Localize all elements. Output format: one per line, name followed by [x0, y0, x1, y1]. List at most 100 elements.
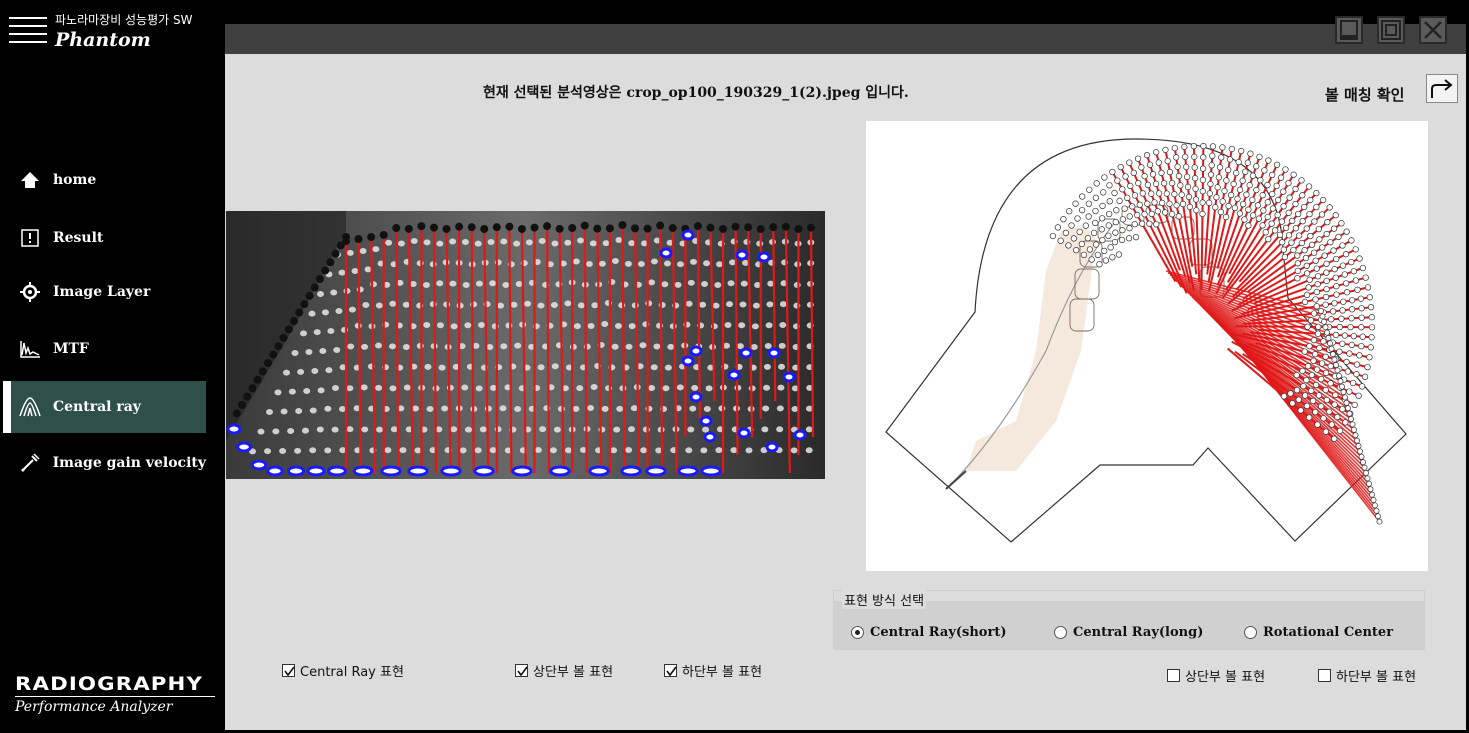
phantom-dot: [489, 280, 497, 287]
arch-ball: [1257, 177, 1264, 184]
phantom-dot: [557, 405, 565, 412]
phantom-dot: [765, 322, 773, 329]
arch-ball: [1330, 247, 1337, 254]
arch-ball: [1314, 273, 1322, 280]
phantom-dot: [416, 342, 424, 349]
arch-ball: [1228, 145, 1236, 153]
phantom-dot: [449, 238, 457, 245]
arch-ball: [1162, 146, 1169, 154]
radio-rotational-center[interactable]: Rotational Center: [1244, 625, 1393, 640]
phantom-dot: [316, 426, 324, 433]
arch-ball: [1213, 194, 1220, 201]
arch-ball: [1322, 301, 1329, 308]
arch-ball: [1357, 448, 1363, 455]
checkbox-lower-balls[interactable]: 하단부 볼 표현: [664, 661, 762, 680]
arch-ball: [1348, 297, 1356, 304]
upper-ball: [467, 223, 476, 232]
arch-ball: [1332, 212, 1339, 219]
checkbox-label: 하단부 볼 표현: [682, 665, 763, 680]
arch-ball: [1141, 211, 1148, 218]
phantom-dot: [436, 322, 444, 329]
arch-ball: [1341, 271, 1348, 278]
radio-central-ray-short[interactable]: Central Ray(short): [851, 625, 1007, 640]
ball-match-button[interactable]: [1426, 74, 1458, 103]
arch-ball: [1321, 318, 1327, 325]
maximize-button[interactable]: [1377, 16, 1405, 44]
lower-ball: [286, 465, 306, 477]
image-layer-icon: [17, 279, 43, 305]
phantom-dot: [500, 343, 508, 350]
checkbox-upper-balls[interactable]: 상단부 볼 표현: [515, 661, 613, 680]
arch-ball: [1112, 218, 1119, 226]
phantom-dot: [494, 426, 502, 433]
arch-ball: [1337, 378, 1344, 385]
arch-ball: [1343, 358, 1350, 366]
phantom-dot: [726, 301, 734, 308]
sidebar-item-image-gain-velocity[interactable]: Image gain velocity: [3, 437, 206, 489]
arch-ball: [1315, 225, 1322, 233]
phantom-dot: [505, 322, 513, 329]
sidebar-item-image-layer[interactable]: Image Layer: [3, 266, 206, 318]
phantom-dot: [739, 301, 747, 308]
checkbox-right-upper-balls[interactable]: 상단부 볼 표현: [1167, 666, 1265, 685]
checkbox-right-lower-balls[interactable]: 하단부 볼 표현: [1318, 666, 1416, 685]
arch-ball: [1139, 190, 1146, 197]
arch-ball: [1336, 348, 1343, 355]
lower-ball: [739, 347, 753, 359]
arch-ball: [1217, 208, 1225, 216]
minimize-button[interactable]: [1335, 16, 1363, 44]
sidebar-item-home[interactable]: home: [3, 154, 206, 206]
arch-ball: [1323, 230, 1330, 238]
arch-ball: [1333, 362, 1339, 368]
arch-ball: [1303, 225, 1310, 232]
arch-ball: [1138, 164, 1145, 171]
arch-ball: [1136, 201, 1143, 208]
phantom-dot: [397, 240, 405, 247]
phantom-dot: [295, 408, 303, 414]
upper-ball: [342, 233, 350, 241]
upper-ball: [253, 375, 262, 384]
arch-ball: [1301, 392, 1309, 399]
phantom-dot: [661, 281, 669, 288]
arch-ball: [1264, 213, 1271, 221]
phantom-dot: [303, 388, 311, 394]
lower-ball: [352, 465, 374, 477]
phantom-dot: [712, 302, 720, 309]
upper-ball: [279, 333, 288, 342]
arch-ball: [1192, 185, 1199, 193]
phantom-dot: [331, 426, 339, 433]
lower-ball: [735, 249, 749, 261]
arch-ball: [1096, 261, 1103, 268]
hamburger-menu-icon[interactable]: [9, 13, 47, 47]
arch-ball: [1200, 142, 1207, 150]
arch-ball: [1293, 386, 1301, 394]
close-button[interactable]: [1419, 16, 1447, 44]
phantom-dot: [317, 387, 325, 394]
arch-ball: [1319, 244, 1326, 251]
arch-ball: [1338, 220, 1345, 227]
arch-ball: [1131, 192, 1139, 199]
arch-ball: [1106, 182, 1113, 189]
arch-ball: [1350, 268, 1357, 275]
arch-ball: [1355, 443, 1362, 449]
arch-ball: [1309, 397, 1317, 405]
arch-ball: [1327, 340, 1333, 347]
sidebar-item-result[interactable]: Result: [3, 212, 206, 264]
arch-ball: [1285, 180, 1292, 187]
sidebar-item-mtf[interactable]: MTF: [3, 323, 206, 375]
arch-ball: [1306, 276, 1313, 283]
arch-ball: [1308, 371, 1315, 379]
sidebar-item-central-ray[interactable]: Central ray: [3, 381, 206, 433]
arch-ball: [1313, 366, 1321, 373]
checkbox-central-ray[interactable]: Central Ray 표현: [282, 661, 404, 680]
phantom-dot: [590, 384, 598, 391]
arch-ball: [1310, 310, 1318, 317]
radio-central-ray-long[interactable]: Central Ray(long): [1054, 625, 1203, 640]
phantom-dot: [274, 389, 282, 396]
upper-ball: [605, 224, 614, 233]
arch-ball: [1292, 185, 1299, 193]
phantom-dot: [423, 239, 431, 246]
arch-ball: [1316, 344, 1323, 352]
arch-ball: [1264, 199, 1271, 206]
phantom-dot: [389, 385, 397, 392]
